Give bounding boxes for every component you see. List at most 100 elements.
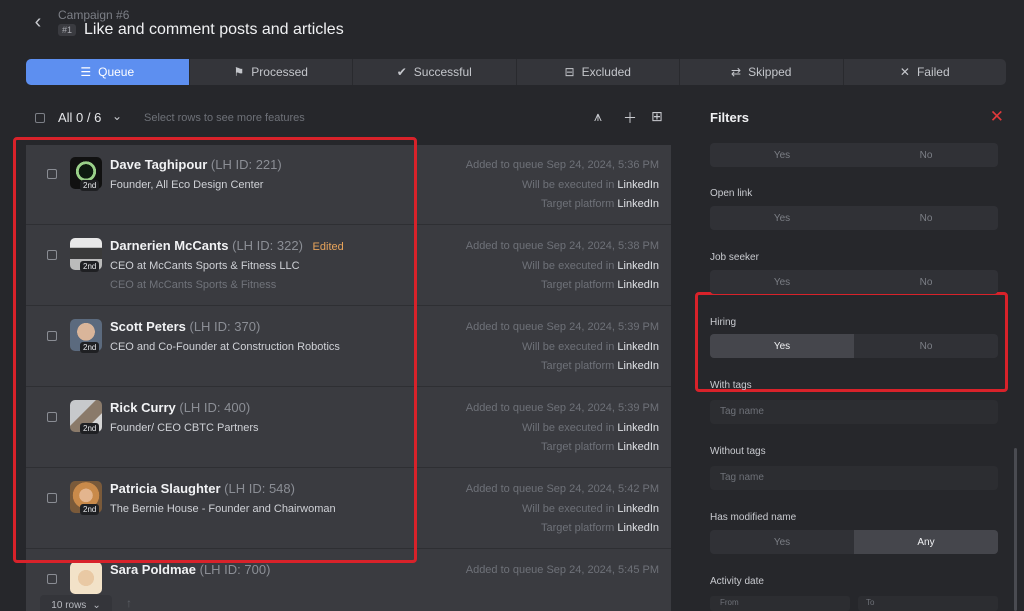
target-platform: Target platform LinkedIn bbox=[541, 198, 659, 210]
added-date: Added to queue Sep 24, 2024, 5:42 PM bbox=[465, 483, 659, 495]
option-yes[interactable]: Yes bbox=[710, 143, 854, 167]
row-checkbox[interactable] bbox=[47, 250, 57, 260]
list-item[interactable]: 2nd Dave Taghipour (LH ID: 221) Founder,… bbox=[26, 145, 671, 225]
option-no[interactable]: No bbox=[854, 334, 998, 358]
status-tabs: ☰ Queue ⚑ Processed ✔ Successful ⊟ Exclu… bbox=[26, 59, 1006, 85]
contact-name[interactable]: Scott Peters bbox=[110, 319, 186, 334]
target-platform: Target platform LinkedIn bbox=[541, 522, 659, 534]
rows-per-page-select[interactable]: 10 rows ⌄ bbox=[40, 595, 112, 611]
target-platform: Target platform LinkedIn bbox=[541, 441, 659, 453]
option-yes[interactable]: Yes bbox=[710, 334, 854, 358]
execution-platform: Will be executed in LinkedIn bbox=[522, 179, 659, 191]
tab-queue[interactable]: ☰ Queue bbox=[26, 59, 190, 85]
exec-value: LinkedIn bbox=[617, 503, 659, 515]
target-prefix: Target platform bbox=[540, 441, 615, 453]
row-checkbox[interactable] bbox=[47, 574, 57, 584]
step-badge: #1 bbox=[58, 24, 77, 36]
exec-prefix: Will be executed in bbox=[522, 260, 615, 272]
execution-platform: Will be executed in LinkedIn bbox=[522, 422, 659, 434]
degree-badge: 2nd bbox=[80, 261, 100, 272]
target-prefix: Target platform bbox=[540, 522, 615, 534]
tab-label: Skipped bbox=[748, 65, 792, 79]
contact-name[interactable]: Dave Taghipour bbox=[110, 157, 207, 172]
grid-icon[interactable]: ⊞ bbox=[651, 108, 663, 125]
degree-badge: 2nd bbox=[80, 423, 100, 434]
option-no[interactable]: No bbox=[854, 270, 998, 294]
with-tags-input[interactable]: Tag name bbox=[710, 400, 998, 424]
excluded-icon: ⊟ bbox=[564, 65, 575, 79]
option-yes[interactable]: Yes bbox=[710, 206, 854, 230]
row-checkbox[interactable] bbox=[47, 169, 57, 179]
tab-excluded[interactable]: ⊟ Excluded bbox=[517, 59, 680, 85]
flag-icon: ⚑ bbox=[233, 65, 245, 79]
target-prefix: Target platform bbox=[540, 360, 615, 372]
chevron-down-icon: ⌄ bbox=[92, 599, 101, 611]
tab-failed[interactable]: ✕ Failed bbox=[844, 59, 1007, 85]
without-tags-input[interactable]: Tag name bbox=[710, 466, 998, 490]
lh-id: (LH ID: 370) bbox=[189, 319, 261, 334]
title-row: #1 Like and comment posts and articles bbox=[58, 21, 344, 39]
contact-name[interactable]: Patricia Slaughter bbox=[110, 481, 221, 496]
open-link-toggle: Yes No bbox=[710, 206, 998, 230]
date-from-label: From bbox=[720, 598, 739, 607]
option-no[interactable]: No bbox=[854, 206, 998, 230]
added-date: Added to queue Sep 24, 2024, 5:36 PM bbox=[465, 159, 659, 171]
option-any[interactable]: Any bbox=[854, 530, 998, 554]
tab-skipped[interactable]: ⇄ Skipped bbox=[680, 59, 844, 85]
contact-name-line: Patricia Slaughter (LH ID: 548) bbox=[110, 481, 295, 496]
exec-value: LinkedIn bbox=[617, 341, 659, 353]
option-no[interactable]: No bbox=[854, 143, 998, 167]
tab-label: Successful bbox=[413, 65, 472, 79]
added-date: Added to queue Sep 24, 2024, 5:39 PM bbox=[465, 402, 659, 414]
select-all-checkbox[interactable] bbox=[35, 113, 45, 123]
target-value: LinkedIn bbox=[617, 522, 659, 534]
selection-count[interactable]: All 0 / 6 bbox=[58, 110, 101, 125]
exec-prefix: Will be executed in bbox=[522, 341, 615, 353]
list-item[interactable]: 2nd Scott Peters (LH ID: 370) CEO and Co… bbox=[26, 307, 671, 387]
option-yes[interactable]: Yes bbox=[710, 270, 854, 294]
tab-successful[interactable]: ✔ Successful bbox=[353, 59, 517, 85]
list-item[interactable]: Sara Poldmae (LH ID: 700) Added to queue… bbox=[26, 550, 671, 611]
contact-headline: The Bernie House - Founder and Chairwoma… bbox=[110, 503, 336, 515]
list-item[interactable]: 2nd Darnerien McCants (LH ID: 322) Edite… bbox=[26, 226, 671, 306]
contact-name-line: Darnerien McCants (LH ID: 322) Edited bbox=[110, 238, 344, 253]
added-date: Added to queue Sep 24, 2024, 5:38 PM bbox=[465, 240, 659, 252]
row-checkbox[interactable] bbox=[47, 331, 57, 341]
list-item[interactable]: 2nd Rick Curry (LH ID: 400) Founder/ CEO… bbox=[26, 388, 671, 468]
row-checkbox[interactable] bbox=[47, 493, 57, 503]
exec-value: LinkedIn bbox=[617, 260, 659, 272]
tab-label: Processed bbox=[251, 65, 308, 79]
skip-icon: ⇄ bbox=[731, 65, 742, 79]
tab-label: Excluded bbox=[581, 65, 631, 79]
added-date: Added to queue Sep 24, 2024, 5:39 PM bbox=[465, 321, 659, 333]
close-icon[interactable]: ✕ bbox=[990, 107, 1004, 127]
toggle-previous-filter: Yes No bbox=[710, 143, 998, 167]
avatar bbox=[70, 562, 102, 594]
activity-date-label: Activity date bbox=[710, 576, 764, 587]
list-item[interactable]: 2nd Patricia Slaughter (LH ID: 548) The … bbox=[26, 469, 671, 549]
contact-name-line: Sara Poldmae (LH ID: 700) bbox=[110, 562, 270, 577]
tab-processed[interactable]: ⚑ Processed bbox=[190, 59, 353, 85]
row-checkbox[interactable] bbox=[47, 412, 57, 422]
date-to-input[interactable] bbox=[858, 596, 998, 611]
scroll-top-icon[interactable]: ↑ bbox=[126, 596, 132, 610]
option-yes[interactable]: Yes bbox=[710, 530, 854, 554]
contact-name[interactable]: Rick Curry bbox=[110, 400, 176, 415]
job-seeker-toggle: Yes No bbox=[710, 270, 998, 294]
target-value: LinkedIn bbox=[617, 198, 659, 210]
back-arrow-icon[interactable]: ‹ bbox=[28, 11, 48, 33]
stack-icon: ☰ bbox=[80, 65, 92, 79]
collapse-icon[interactable]: ⩚ bbox=[594, 108, 602, 125]
exec-prefix: Will be executed in bbox=[522, 179, 615, 191]
without-tags-label: Without tags bbox=[710, 446, 766, 457]
lh-id: (LH ID: 400) bbox=[179, 400, 251, 415]
contact-name[interactable]: Sara Poldmae bbox=[110, 562, 196, 577]
contact-name[interactable]: Darnerien McCants bbox=[110, 238, 228, 253]
contact-name-line: Scott Peters (LH ID: 370) bbox=[110, 319, 260, 334]
filters-scrollbar[interactable] bbox=[1014, 448, 1017, 611]
contact-headline: Founder/ CEO CBTC Partners bbox=[110, 422, 259, 434]
with-tags-label: With tags bbox=[710, 380, 752, 391]
add-icon[interactable]: ＋ bbox=[623, 108, 637, 128]
chevron-down-icon[interactable]: ⌄ bbox=[112, 109, 122, 123]
contact-name-line: Dave Taghipour (LH ID: 221) bbox=[110, 157, 282, 172]
